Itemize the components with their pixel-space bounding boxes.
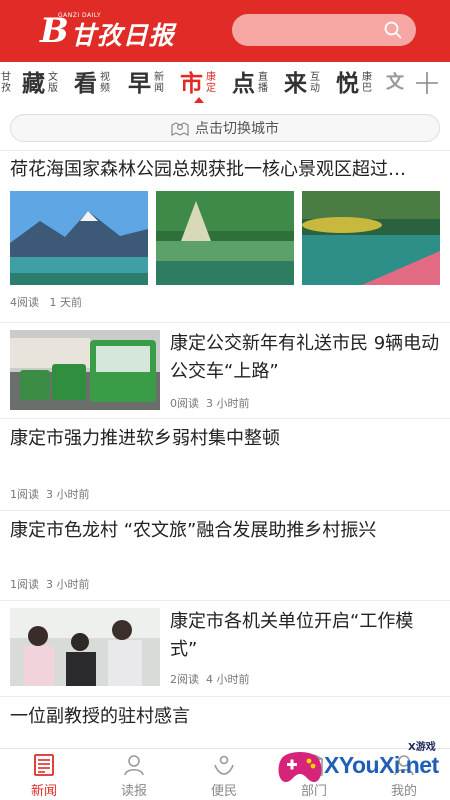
- nav-news[interactable]: 新闻: [14, 753, 74, 799]
- publish-time: 1 天前: [49, 296, 83, 309]
- logo-subtitle: GANZI DAILY: [58, 12, 102, 19]
- tab-label-small: 直播: [258, 72, 268, 94]
- read-count: 1阅读: [10, 578, 39, 591]
- divider: [0, 600, 450, 601]
- divider: [0, 150, 450, 151]
- tab-label-small: 康定: [206, 72, 216, 94]
- tab-label-big: 来: [284, 69, 307, 97]
- article-meta: 1阅读 3 小时前: [10, 576, 90, 592]
- tab-label-big: 悦: [336, 69, 359, 97]
- nav-read-paper[interactable]: 读报: [104, 753, 164, 799]
- tab-label-small: 甘孜: [1, 72, 11, 94]
- tab-label-small: 视频: [100, 72, 110, 94]
- article-title: 荷花海国家森林公园总规获批一核心景观区超过…: [10, 159, 406, 180]
- divider: [0, 510, 450, 511]
- location-map-icon: [171, 122, 189, 136]
- nav-label: 新闻: [30, 784, 57, 799]
- tab-label-big: 点: [232, 69, 255, 97]
- article-thumbnail: [10, 191, 148, 285]
- person-icon: [124, 755, 144, 776]
- app-logo[interactable]: B 甘孜日报 GANZI DAILY: [40, 10, 175, 52]
- tab-label-small: 康巴: [362, 72, 372, 94]
- gamepad-logo-icon: [278, 752, 322, 782]
- article-meta: 4阅读 1 天前: [10, 294, 82, 310]
- active-tab-indicator: [194, 97, 204, 103]
- publish-time: 3 小时前: [46, 578, 90, 591]
- article-thumbnail: [10, 330, 160, 410]
- nav-label: 便民: [210, 784, 237, 799]
- tab-label-small: 文版: [48, 72, 58, 94]
- search-bar[interactable]: [232, 14, 416, 46]
- tab-interact[interactable]: 来 互动: [284, 62, 323, 104]
- article-title: 康定公交新年有礼送市民 9辆电动公交车“上路”: [170, 333, 440, 382]
- article-meta: 2阅读 4 小时前: [170, 671, 250, 687]
- watermark-small-text: X游戏: [408, 742, 436, 753]
- tab-morning-news[interactable]: 早 新闻: [128, 62, 167, 104]
- tab-label-big: 市: [180, 69, 203, 97]
- publish-time: 4 小时前: [206, 673, 250, 686]
- watermark: X游戏 XYouXi.net: [268, 720, 450, 800]
- tab-partial[interactable]: 文: [386, 62, 406, 104]
- article-title: 康定市各机关单位开启“工作模式”: [170, 611, 414, 660]
- tab-label-big: 早: [128, 69, 151, 97]
- divider: [0, 696, 450, 697]
- article-thumbnail: [302, 191, 440, 285]
- search-icon[interactable]: [384, 21, 402, 39]
- logo-text: 甘孜日报: [70, 21, 175, 50]
- tab-label-small: 互动: [310, 72, 320, 94]
- tab-video[interactable]: 看 视频: [74, 62, 113, 104]
- article-meta: 0阅读 3 小时前: [170, 395, 250, 411]
- tab-label-big: 文: [386, 72, 404, 93]
- tab-label-big: 看: [74, 69, 97, 97]
- article-title: 康定市色龙村 “农文旅”融合发展助推乡村振兴: [10, 520, 377, 541]
- city-switch-button[interactable]: 点击切换城市: [10, 114, 440, 142]
- app-header: B 甘孜日报 GANZI DAILY: [0, 0, 450, 62]
- article-thumbnail: [156, 191, 294, 285]
- read-count: 2阅读: [170, 673, 199, 686]
- nav-services[interactable]: 便民: [194, 753, 254, 799]
- article-meta: 1阅读 3 小时前: [10, 486, 90, 502]
- divider: [0, 418, 450, 419]
- read-count: 0阅读: [170, 397, 199, 410]
- city-switch-label: 点击切换城市: [195, 121, 279, 137]
- read-count: 4阅读: [10, 296, 39, 309]
- tab-tibetan[interactable]: 藏 文版: [22, 62, 61, 104]
- publish-time: 3 小时前: [46, 488, 90, 501]
- newspaper-icon: [34, 754, 54, 776]
- logo-mark: B: [40, 11, 69, 51]
- add-channel-icon[interactable]: [414, 70, 440, 96]
- read-count: 1阅读: [10, 488, 39, 501]
- tab-kangba[interactable]: 悦 康巴: [336, 62, 375, 104]
- article-thumbnail: [10, 608, 160, 686]
- divider: [0, 322, 450, 323]
- hands-icon: [214, 755, 234, 775]
- publish-time: 3 小时前: [206, 397, 250, 410]
- tab-live[interactable]: 点 直播: [232, 62, 271, 104]
- watermark-text: XYouXi.net: [324, 752, 439, 778]
- article-title: 康定市强力推进软乡弱村集中整顿: [10, 428, 280, 449]
- channel-tabs: 甘孜 藏 文版 看 视频 早 新闻 市 康定 点 直播 来 互动 悦 康巴 文: [0, 62, 450, 104]
- tab-label-small: 新闻: [154, 72, 164, 94]
- tab-ganzi[interactable]: 甘孜: [0, 62, 14, 104]
- nav-label: 读报: [120, 784, 147, 799]
- tab-label-big: 藏: [22, 69, 45, 97]
